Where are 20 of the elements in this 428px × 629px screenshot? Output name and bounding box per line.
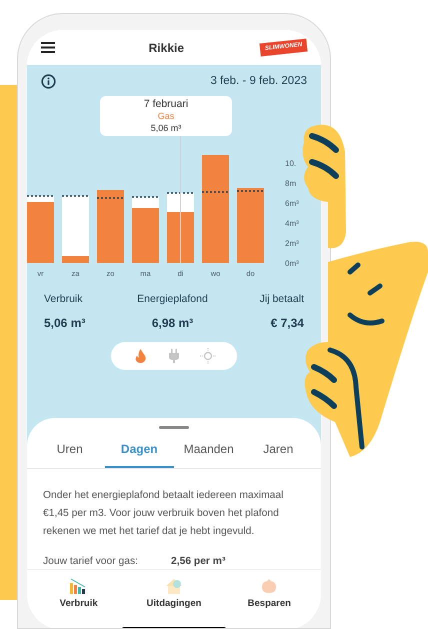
axis-label: 8m [285,179,296,188]
tariff-value: 2,56 per m³ [171,555,226,569]
summary-label: Jij betaalt [260,292,304,308]
tariff-label: Jouw tarief voor gas: [43,555,140,569]
date-range: 3 feb. - 9 feb. 2023 [210,74,307,89]
summary-value: € 7,34 [270,315,304,332]
summary-label: Verbruik [44,292,83,308]
summary-value: 5,06 m³ [44,315,86,332]
tooltip-value: 5,06 m³ [150,122,182,134]
axis-label: 6m³ [285,199,299,208]
app-title: Rikkie [148,40,184,56]
summary-value: 6,98 m³ [152,315,194,332]
summary-label: Energieplafond [137,292,208,308]
axis-label: 4m³ [285,219,299,228]
axis-label: 2m³ [285,239,299,248]
plafond-description: Onder het energieplafond betaalt iedereen maximaal €1,45 per m3. Voor jouw verbruik boven het plafond rekenen we met het tarief dat je hebt ingevuld. [43,489,284,539]
tooltip-date: 7 februari [144,98,188,110]
axis-label: 10. [285,159,296,168]
tooltip-type: Gas [158,110,174,122]
axis-label: 0m³ [285,259,299,268]
